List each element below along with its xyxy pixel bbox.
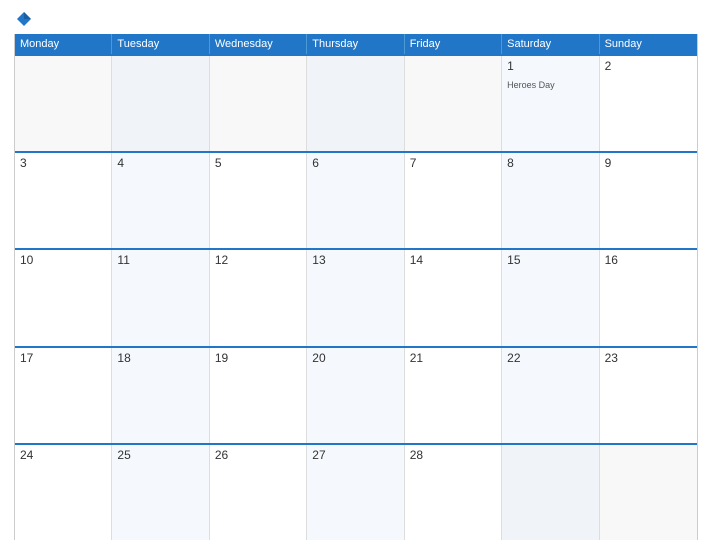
day-number: 28 bbox=[410, 448, 496, 462]
day-number: 10 bbox=[20, 253, 106, 267]
day-number: 19 bbox=[215, 351, 301, 365]
day-header-thursday: Thursday bbox=[307, 34, 404, 54]
day-cell bbox=[307, 56, 404, 151]
day-cell: 11 bbox=[112, 250, 209, 345]
day-number: 20 bbox=[312, 351, 398, 365]
day-cell: 28 bbox=[405, 445, 502, 540]
day-number: 11 bbox=[117, 253, 203, 267]
day-cell: 19 bbox=[210, 348, 307, 443]
day-header-monday: Monday bbox=[15, 34, 112, 54]
logo bbox=[14, 10, 34, 28]
day-cell: 5 bbox=[210, 153, 307, 248]
day-cell: 16 bbox=[600, 250, 697, 345]
day-cell: 8 bbox=[502, 153, 599, 248]
day-headers-row: MondayTuesdayWednesdayThursdayFridaySatu… bbox=[15, 34, 697, 54]
day-header-sunday: Sunday bbox=[600, 34, 697, 54]
day-cell: 4 bbox=[112, 153, 209, 248]
day-cell: 14 bbox=[405, 250, 502, 345]
day-cell: 23 bbox=[600, 348, 697, 443]
day-number: 7 bbox=[410, 156, 496, 170]
logo-icon bbox=[15, 10, 33, 28]
day-number: 1 bbox=[507, 59, 593, 73]
day-cell bbox=[405, 56, 502, 151]
day-number: 24 bbox=[20, 448, 106, 462]
day-number: 22 bbox=[507, 351, 593, 365]
week-row-5: 24 25 26 27 28 bbox=[15, 443, 697, 540]
day-number: 27 bbox=[312, 448, 398, 462]
day-number: 23 bbox=[605, 351, 692, 365]
day-number: 21 bbox=[410, 351, 496, 365]
day-number: 3 bbox=[20, 156, 106, 170]
header bbox=[14, 10, 698, 28]
day-number: 5 bbox=[215, 156, 301, 170]
day-cell: 24 bbox=[15, 445, 112, 540]
week-row-2: 3456789 bbox=[15, 151, 697, 248]
day-cell: 12 bbox=[210, 250, 307, 345]
day-number: 12 bbox=[215, 253, 301, 267]
day-cell: 13 bbox=[307, 250, 404, 345]
day-cell: 17 bbox=[15, 348, 112, 443]
day-cell: 10 bbox=[15, 250, 112, 345]
day-number: 26 bbox=[215, 448, 301, 462]
page: MondayTuesdayWednesdayThursdayFridaySatu… bbox=[0, 0, 712, 550]
day-number: 13 bbox=[312, 253, 398, 267]
day-number: 2 bbox=[605, 59, 692, 73]
day-cell: 15 bbox=[502, 250, 599, 345]
day-number: 15 bbox=[507, 253, 593, 267]
day-cell: 3 bbox=[15, 153, 112, 248]
day-header-saturday: Saturday bbox=[502, 34, 599, 54]
week-row-4: 17 18 19 20 21 22 23 bbox=[15, 346, 697, 443]
day-cell bbox=[600, 445, 697, 540]
day-number: 4 bbox=[117, 156, 203, 170]
day-cell: 7 bbox=[405, 153, 502, 248]
week-row-1: 1 Heroes Day 2 bbox=[15, 54, 697, 151]
day-cell bbox=[210, 56, 307, 151]
day-number: 9 bbox=[605, 156, 692, 170]
day-number: 17 bbox=[20, 351, 106, 365]
day-header-tuesday: Tuesday bbox=[112, 34, 209, 54]
day-cell: 21 bbox=[405, 348, 502, 443]
day-number: 25 bbox=[117, 448, 203, 462]
day-cell: 26 bbox=[210, 445, 307, 540]
week-row-3: 10 11 12 13 14 15 16 bbox=[15, 248, 697, 345]
day-cell: 1 Heroes Day bbox=[502, 56, 599, 151]
day-number: 6 bbox=[312, 156, 398, 170]
day-number: 8 bbox=[507, 156, 593, 170]
day-cell bbox=[502, 445, 599, 540]
day-cell: 25 bbox=[112, 445, 209, 540]
day-cell: 6 bbox=[307, 153, 404, 248]
day-header-friday: Friday bbox=[405, 34, 502, 54]
holiday-label: Heroes Day bbox=[507, 80, 555, 90]
day-cell: 2 bbox=[600, 56, 697, 151]
weeks-container: 1Heroes Day23456789101112131415161718192… bbox=[15, 54, 697, 540]
day-cell: 20 bbox=[307, 348, 404, 443]
day-cell: 18 bbox=[112, 348, 209, 443]
day-number: 14 bbox=[410, 253, 496, 267]
calendar: MondayTuesdayWednesdayThursdayFridaySatu… bbox=[14, 34, 698, 540]
day-cell bbox=[15, 56, 112, 151]
day-cell: 27 bbox=[307, 445, 404, 540]
day-number: 16 bbox=[605, 253, 692, 267]
day-cell: 22 bbox=[502, 348, 599, 443]
day-number: 18 bbox=[117, 351, 203, 365]
day-cell: 9 bbox=[600, 153, 697, 248]
day-cell bbox=[112, 56, 209, 151]
day-header-wednesday: Wednesday bbox=[210, 34, 307, 54]
